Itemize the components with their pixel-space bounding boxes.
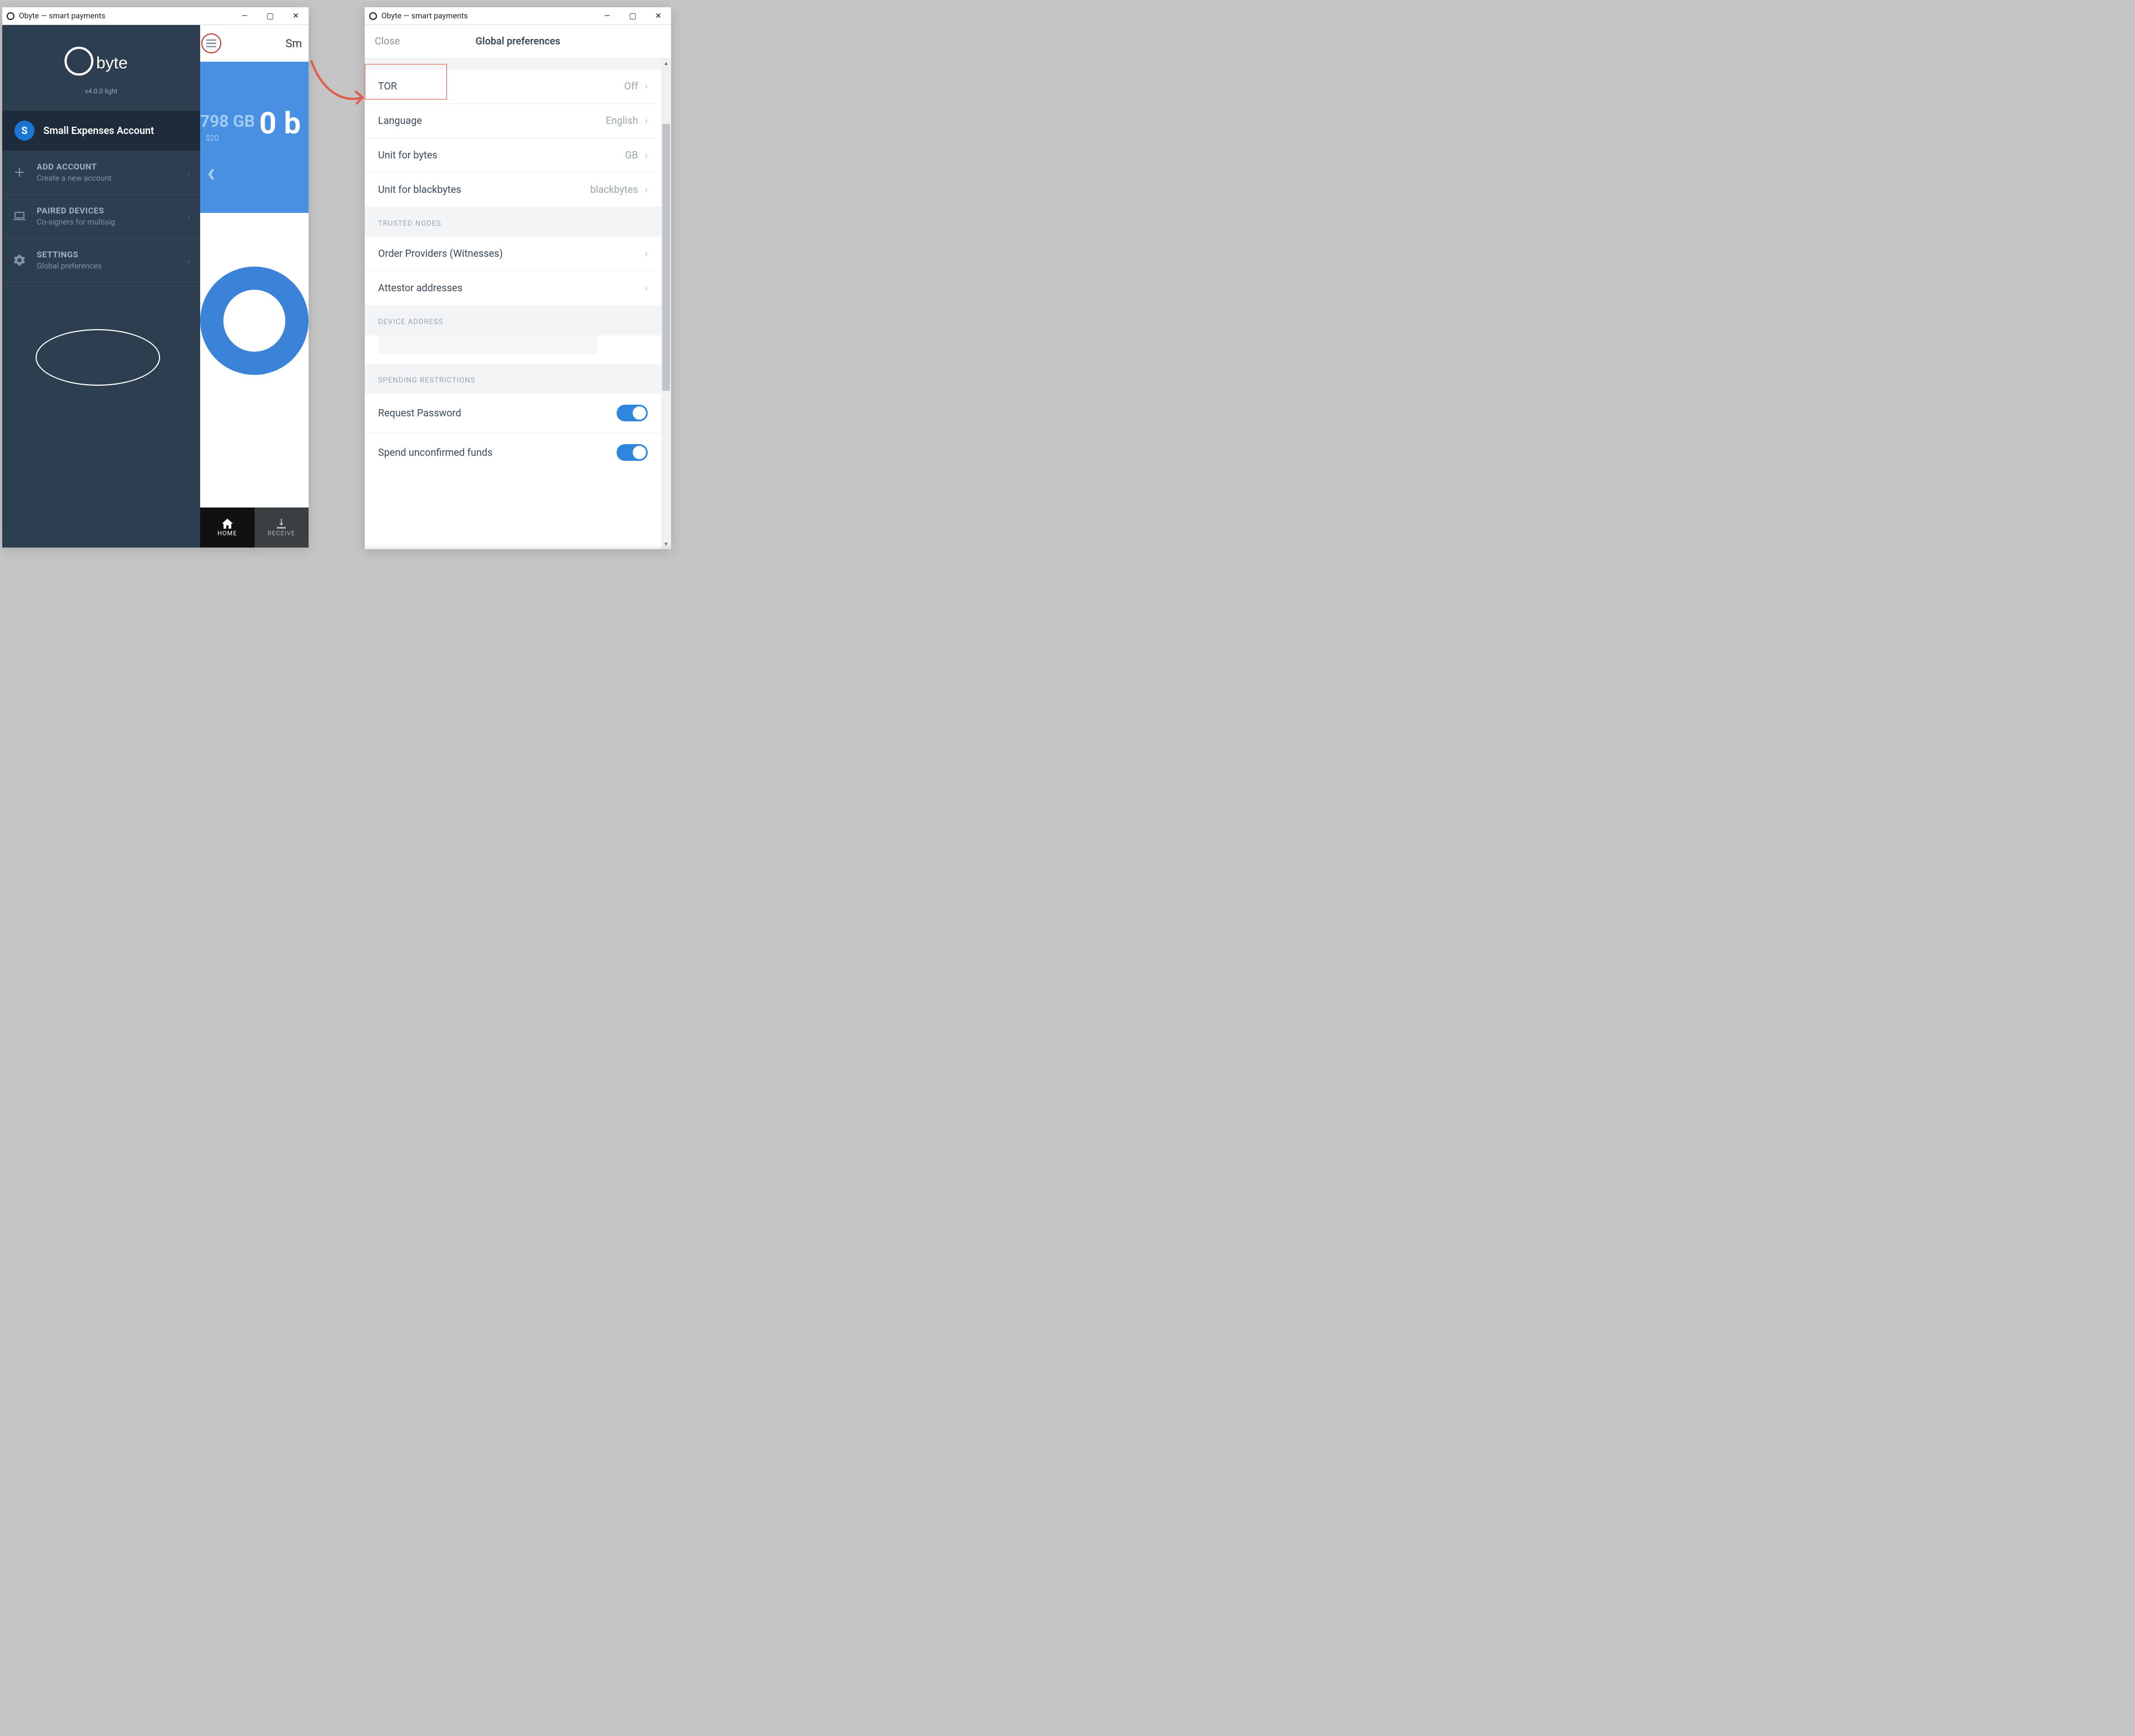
pref-row-spend-unconfirmed[interactable]: Spend unconfirmed funds — [365, 433, 661, 472]
plus-icon — [12, 167, 27, 178]
prefs-header: Close Global preferences — [365, 25, 671, 58]
main-content-peek: Sm 798 GB $20 0 b ‹ HOME REC — [200, 25, 309, 548]
scrollbar-thumb[interactable] — [662, 124, 670, 391]
gear-icon — [12, 254, 27, 266]
pref-row-attestor[interactable]: Attestor addresses › — [365, 271, 661, 306]
preferences-list: TOR Off › Language English › Unit for by… — [365, 58, 661, 549]
window-title: Obyte — smart payments — [381, 12, 468, 21]
hero-amount-faded: 798 GB — [200, 112, 255, 131]
toggle-request-password[interactable] — [617, 405, 648, 421]
close-window-button[interactable]: ✕ — [646, 7, 671, 25]
menu-subtitle: Global preferences — [37, 262, 102, 271]
section-header-trusted-nodes: TRUSTED NODES — [365, 207, 661, 237]
pref-row-unit-bytes[interactable]: Unit for bytes GB › — [365, 138, 661, 173]
pref-value: English — [605, 115, 638, 127]
account-name: Small Expenses Account — [43, 125, 154, 137]
home-icon — [222, 519, 233, 529]
account-row[interactable]: S Small Expenses Account — [2, 111, 200, 151]
download-icon — [276, 519, 287, 529]
app-circle-icon — [369, 12, 377, 20]
section-header-spending-restrictions: SPENDING RESTRICTIONS — [365, 364, 661, 394]
donut-chart — [200, 213, 309, 508]
version-label: v4.0.0 light — [8, 87, 195, 95]
chevron-right-icon: › — [187, 167, 190, 178]
window-controls: — ▢ ✕ — [594, 7, 671, 25]
chevron-right-icon: › — [645, 115, 648, 127]
sidebar-item-add-account[interactable]: ADD ACCOUNT Create a new account › — [2, 151, 200, 195]
titlebar-prefs: Obyte — smart payments — ▢ ✕ — [365, 7, 671, 25]
minimize-button[interactable]: — — [594, 7, 620, 25]
pref-row-order-providers[interactable]: Order Providers (Witnesses) › — [365, 237, 661, 271]
pref-row-tor[interactable]: TOR Off › — [365, 69, 661, 104]
window-main: Obyte — smart payments — ▢ ✕ byte v4.0.0… — [2, 7, 309, 548]
pref-label: Unit for blackbytes — [378, 184, 461, 196]
sidebar-item-settings[interactable]: SETTINGS Global preferences › — [2, 238, 200, 282]
arrow-annotation — [307, 56, 374, 111]
sidebar: byte v4.0.0 light S Small Expenses Accou… — [2, 25, 200, 548]
sidebar-item-paired-devices[interactable]: PAIRED DEVICES Co-signers for multisig › — [2, 195, 200, 238]
minimize-button[interactable]: — — [232, 7, 257, 25]
peek-title-fragment: Sm — [286, 37, 302, 50]
toggle-spend-unconfirmed[interactable] — [617, 444, 648, 461]
pref-label: Order Providers (Witnesses) — [378, 248, 503, 260]
tab-receive[interactable]: RECEIVE — [255, 508, 309, 548]
chevron-right-icon: › — [645, 248, 648, 260]
pref-label: Language — [378, 115, 422, 127]
tab-label: HOME — [217, 530, 237, 537]
peek-header: Sm — [200, 25, 309, 62]
tor-highlight-annotation — [365, 64, 447, 100]
section-header-device-address: DEVICE ADDRESS — [365, 306, 661, 335]
pref-value: GB — [625, 150, 638, 161]
menu-subtitle: Create a new account — [37, 174, 112, 183]
pref-row-request-password[interactable]: Request Password — [365, 394, 661, 433]
bottom-tabs: HOME RECEIVE — [200, 508, 309, 548]
close-link[interactable]: Close — [375, 36, 400, 47]
window-title: Obyte — smart payments — [19, 12, 105, 21]
tab-label: RECEIVE — [267, 530, 295, 537]
laptop-icon — [12, 211, 27, 221]
balance-hero: 798 GB $20 0 b ‹ — [200, 62, 309, 213]
menu-title: ADD ACCOUNT — [37, 162, 112, 172]
scroll-up-button[interactable]: ▴ — [661, 58, 671, 68]
hamburger-menu-button[interactable] — [201, 33, 221, 53]
pref-label: TOR — [378, 81, 397, 92]
tab-home[interactable]: HOME — [200, 508, 255, 548]
hero-back-chevron-icon[interactable]: ‹ — [207, 156, 215, 188]
account-badge: S — [14, 121, 34, 141]
hero-amount-faded-sub: $20 — [206, 134, 219, 143]
vertical-scrollbar[interactable]: ▴ ▾ — [661, 58, 671, 549]
window-controls: — ▢ ✕ — [232, 7, 309, 25]
logo-text: byte — [96, 54, 128, 72]
chevron-right-icon: › — [187, 255, 190, 266]
menu-title: SETTINGS — [37, 250, 102, 260]
hero-balance: 0 b — [259, 106, 301, 141]
chevron-right-icon: › — [645, 282, 648, 294]
pref-row-unit-blackbytes[interactable]: Unit for blackbytes blackbytes › — [365, 173, 661, 207]
chevron-right-icon: › — [645, 81, 648, 92]
prefs-title: Global preferences — [365, 36, 671, 47]
chevron-right-icon: › — [187, 211, 190, 222]
logo-block: byte v4.0.0 light — [2, 25, 200, 98]
menu-subtitle: Co-signers for multisig — [37, 218, 115, 227]
pref-label: Unit for bytes — [378, 150, 438, 161]
pref-label: Spend unconfirmed funds — [378, 447, 493, 459]
maximize-button[interactable]: ▢ — [620, 7, 646, 25]
close-window-button[interactable]: ✕ — [283, 7, 309, 25]
pref-label: Request Password — [378, 407, 461, 419]
pref-label: Attestor addresses — [378, 282, 463, 294]
menu-title: PAIRED DEVICES — [37, 206, 115, 216]
pref-value: blackbytes — [590, 184, 638, 196]
device-address-redacted — [378, 335, 597, 354]
scroll-down-button[interactable]: ▾ — [661, 539, 671, 549]
titlebar-main: Obyte — smart payments — ▢ ✕ — [2, 7, 309, 25]
pref-value: Off — [624, 81, 638, 92]
chevron-right-icon: › — [645, 184, 648, 196]
pref-row-language[interactable]: Language English › — [365, 104, 661, 138]
app-circle-icon — [7, 12, 14, 20]
window-preferences: Obyte — smart payments — ▢ ✕ Close Globa… — [365, 7, 671, 549]
chevron-right-icon: › — [645, 150, 648, 161]
maximize-button[interactable]: ▢ — [257, 7, 283, 25]
obyte-logo: byte — [59, 42, 143, 81]
